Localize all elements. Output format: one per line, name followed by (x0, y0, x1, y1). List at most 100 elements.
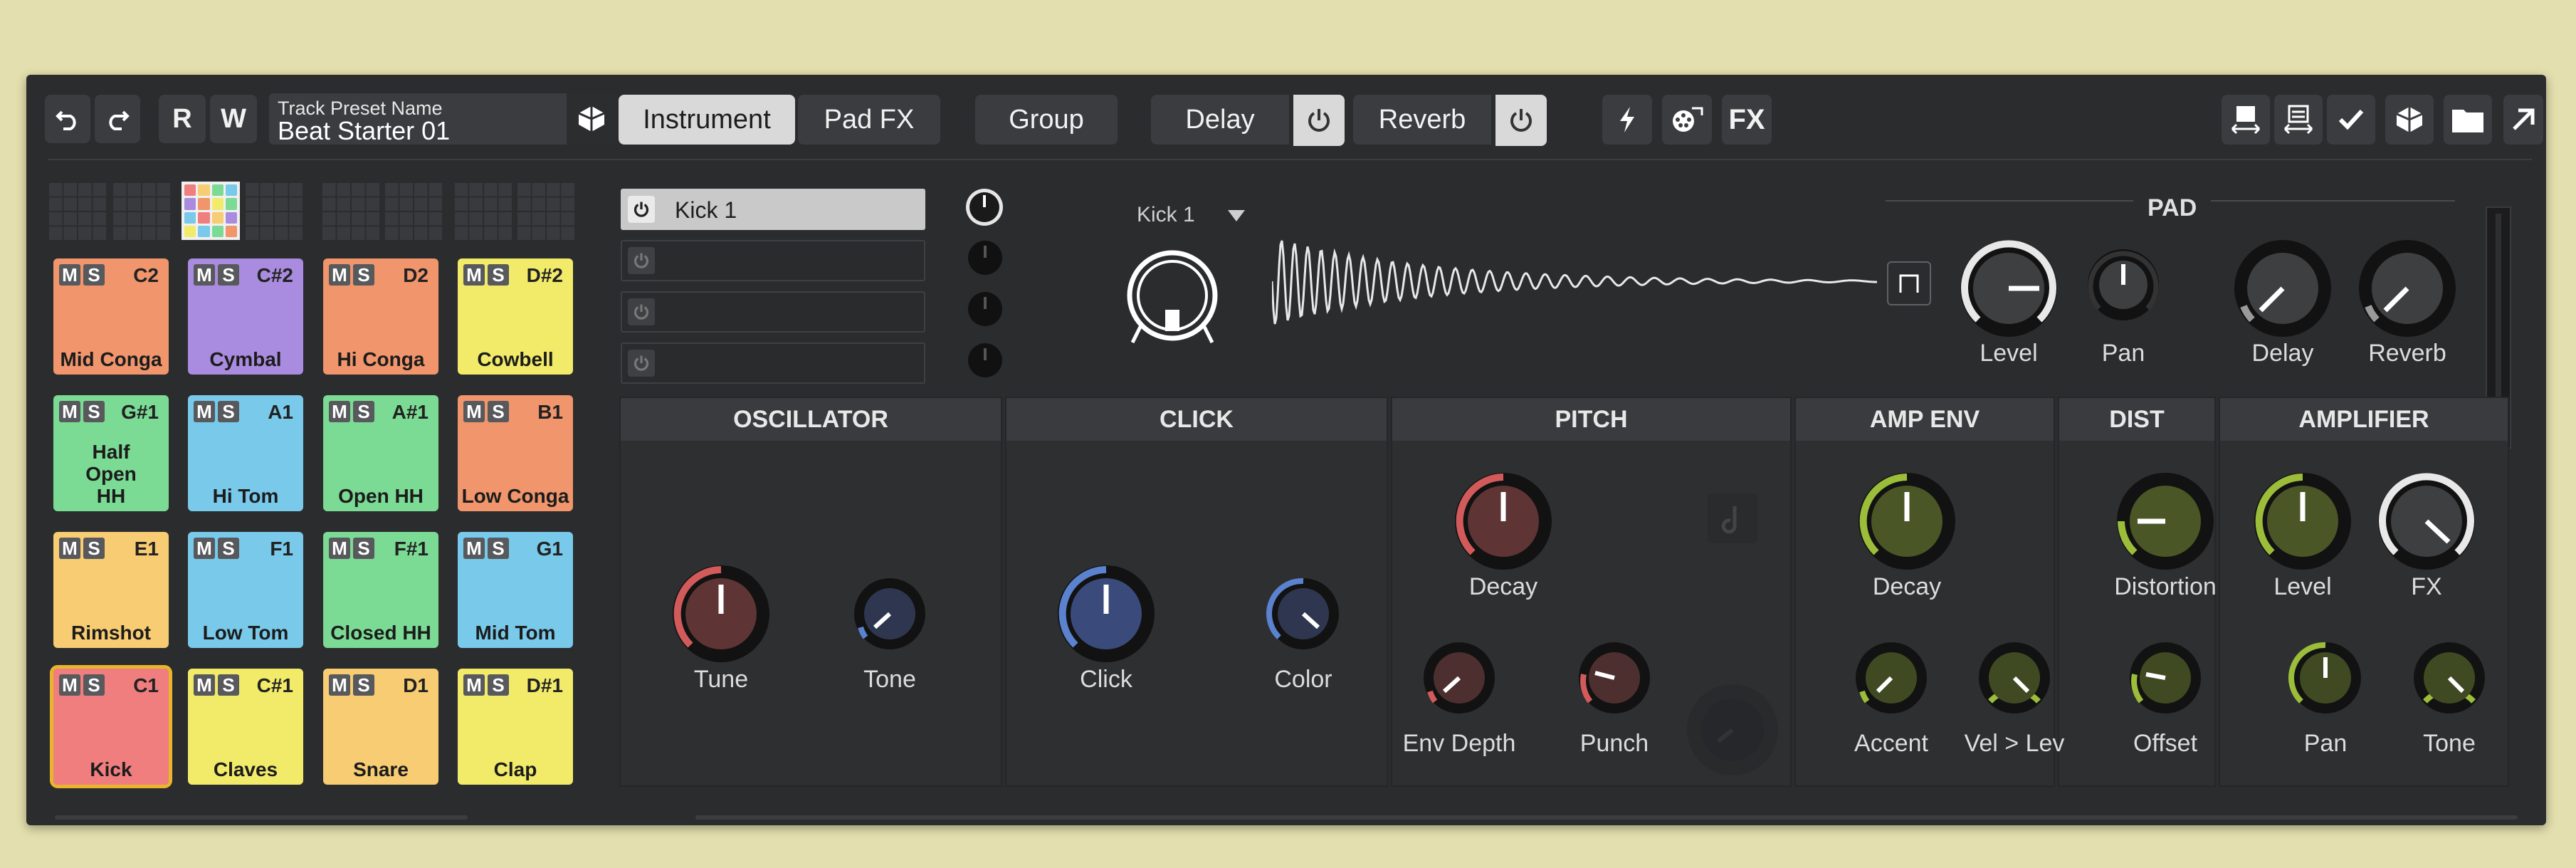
pad-mute-button[interactable]: M (463, 538, 485, 559)
layer-power-button[interactable] (628, 196, 655, 223)
amp-level-knob[interactable] (2249, 468, 2356, 575)
delay-power-button[interactable] (1293, 95, 1345, 146)
reverb-power-button[interactable] (1495, 95, 1547, 146)
drum-pad[interactable]: M S C2 Mid Conga (53, 258, 169, 375)
pad-bank-8[interactable] (516, 182, 574, 240)
read-automation-button[interactable]: R (159, 95, 206, 143)
track-preset-field[interactable]: Track Preset Name Beat Starter 01 (269, 93, 616, 145)
layer-slot-2[interactable] (621, 240, 925, 281)
tab-instrument[interactable]: Instrument (619, 95, 795, 145)
save-preset-button[interactable] (2385, 95, 2434, 145)
layer-slot-1[interactable]: Kick 1 (621, 189, 925, 230)
env-depth-knob[interactable] (1420, 639, 1498, 717)
pad-solo-button[interactable]: S (353, 674, 374, 696)
drum-pad[interactable]: M S C1 Kick (50, 665, 172, 788)
drum-pad[interactable]: M S D2 Hi Conga (323, 258, 438, 375)
pad-pan-knob[interactable] (2084, 246, 2162, 324)
drum-pad[interactable]: M S E1 Rimshot (53, 532, 169, 648)
pad-solo-button[interactable]: S (83, 538, 105, 559)
tab-pad-fx[interactable]: Pad FX (798, 95, 940, 145)
pad-mute-button[interactable]: M (329, 538, 350, 559)
export-button[interactable] (2222, 95, 2270, 145)
quick-controls-button[interactable] (1602, 95, 1652, 145)
apply-button[interactable] (2327, 95, 2375, 145)
write-automation-button[interactable]: W (210, 95, 257, 143)
pad-solo-button[interactable]: S (218, 538, 239, 559)
pad-bank-3[interactable] (182, 182, 240, 240)
drum-pad[interactable]: M S B1 Low Conga (458, 395, 573, 511)
amp-pan-knob[interactable] (2286, 639, 2365, 717)
offset-knob[interactable] (2126, 639, 2204, 717)
drum-pad[interactable]: M S A#1 Open HH (323, 395, 438, 511)
pad-solo-button[interactable]: S (83, 401, 105, 422)
pad-bank-1[interactable] (48, 182, 106, 240)
layer-power-button[interactable] (628, 247, 655, 274)
pad-mute-button[interactable]: M (463, 674, 485, 696)
layer-slot-4[interactable] (621, 343, 925, 384)
tab-group[interactable]: Group (975, 95, 1118, 145)
punch-knob[interactable] (1575, 639, 1654, 717)
pad-mute-button[interactable]: M (329, 264, 350, 286)
drum-pad[interactable]: M S A1 Hi Tom (188, 395, 303, 511)
pad-mute-button[interactable]: M (329, 401, 350, 422)
pad-solo-button[interactable]: S (218, 264, 239, 286)
amp-tone-knob[interactable] (2410, 639, 2488, 717)
undo-button[interactable] (45, 95, 90, 143)
color-knob[interactable] (1264, 575, 1342, 653)
pad-solo-button[interactable]: S (488, 674, 509, 696)
pad-solo-button[interactable]: S (488, 538, 509, 559)
layer-volume-knob[interactable] (966, 239, 1004, 277)
pad-solo-button[interactable]: S (218, 674, 239, 696)
drum-pad[interactable]: M S D1 Snare (323, 669, 438, 785)
pad-bank-5[interactable] (321, 182, 379, 240)
tone-knob[interactable] (851, 575, 929, 653)
layer-slot-3[interactable] (621, 291, 925, 333)
pad-bank-7[interactable] (453, 182, 512, 240)
pad-mute-button[interactable]: M (463, 264, 485, 286)
distortion-knob[interactable] (2112, 468, 2219, 575)
pitch-decay-knob[interactable] (1450, 468, 1557, 575)
tab-delay[interactable]: Delay (1151, 95, 1289, 145)
pad-mute-button[interactable]: M (59, 401, 80, 422)
drum-pad[interactable]: M S C#1 Claves (188, 669, 303, 785)
amp-fx-knob[interactable] (2373, 468, 2480, 575)
pad-solo-button[interactable]: S (83, 264, 105, 286)
pad-level-knob[interactable] (1955, 235, 2062, 342)
pad-mute-button[interactable]: M (194, 264, 215, 286)
layer-power-button[interactable] (628, 350, 655, 377)
drum-pad[interactable]: M S C#2 Cymbal (188, 258, 303, 375)
tab-reverb[interactable]: Reverb (1353, 95, 1491, 145)
pad-mute-button[interactable]: M (194, 674, 215, 696)
drum-pad[interactable]: M S D#2 Cowbell (458, 258, 573, 375)
pad-mute-button[interactable]: M (59, 264, 80, 286)
instrument-dropdown-icon[interactable] (1226, 209, 1246, 223)
open-external-button[interactable] (2503, 95, 2543, 145)
pad-bank-2[interactable] (112, 182, 170, 240)
pad-solo-button[interactable]: S (353, 538, 374, 559)
drum-pad[interactable]: M S F1 Low Tom (188, 532, 303, 648)
click-knob[interactable] (1053, 560, 1160, 667)
drum-pad[interactable]: M S D#1 Clap (458, 669, 573, 785)
pad-solo-button[interactable]: S (488, 264, 509, 286)
choke-toggle-button[interactable] (1887, 261, 1931, 305)
pad-bank-4[interactable] (244, 182, 303, 240)
pad-mute-button[interactable]: M (194, 538, 215, 559)
pad-mute-button[interactable]: M (194, 401, 215, 422)
midi-button[interactable] (1662, 95, 1712, 145)
layer-volume-knob[interactable] (966, 341, 1004, 380)
pad-solo-button[interactable]: S (353, 264, 374, 286)
pad-solo-button[interactable]: S (83, 674, 105, 696)
pad-scrollbar[interactable] (55, 815, 468, 820)
layer-volume-knob[interactable] (966, 290, 1004, 328)
redo-button[interactable] (95, 95, 140, 143)
editor-scrollbar[interactable] (695, 815, 2518, 820)
pad-solo-button[interactable]: S (353, 401, 374, 422)
layer-volume-knob[interactable] (963, 186, 1006, 229)
pitch-note-toggle[interactable] (1708, 493, 1757, 543)
pad-mute-button[interactable]: M (329, 674, 350, 696)
fx-button[interactable]: FX (1722, 95, 1772, 145)
tune-knob[interactable] (668, 560, 774, 667)
layer-power-button[interactable] (628, 298, 655, 325)
pad-delay-knob[interactable] (2229, 235, 2336, 342)
pad-reverb-knob[interactable] (2354, 235, 2461, 342)
